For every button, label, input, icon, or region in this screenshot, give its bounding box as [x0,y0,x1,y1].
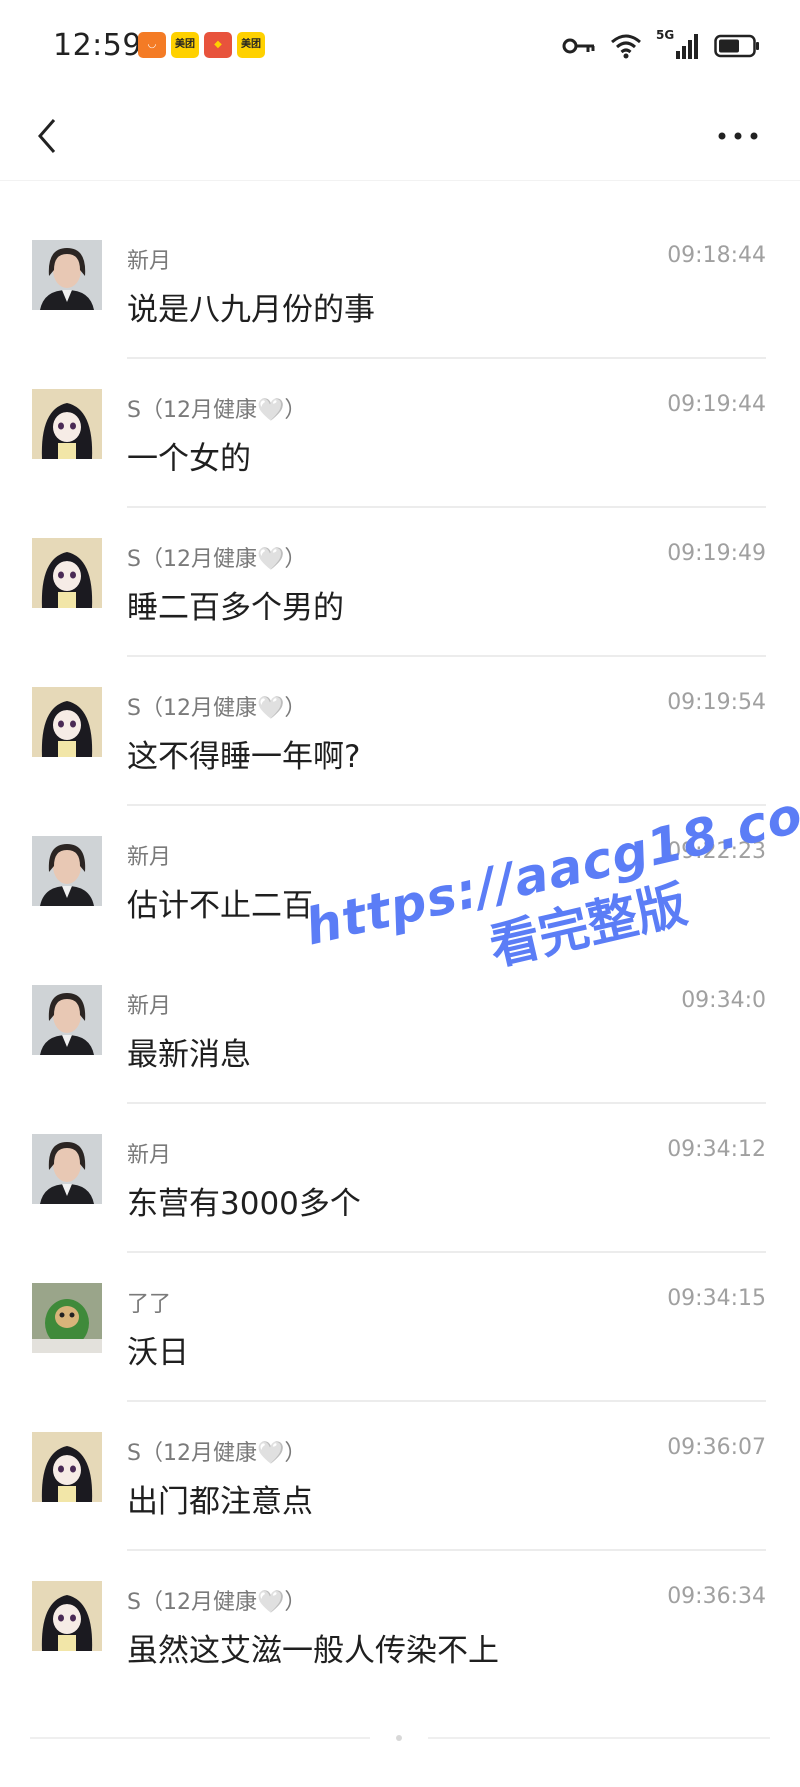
sender-name: S（12月健康🤍） [127,398,307,423]
more-button[interactable] [714,120,762,152]
battery-icon [714,34,759,58]
message-text: 说是八九月份的事 [127,292,375,328]
sender-name: 了了 [127,1292,172,1317]
message-time: 09:18:44 [667,243,766,268]
message-text: 睡二百多个男的 [127,590,344,626]
message-row[interactable]: S（12月健康🤍） 09:19:44 一个女的 [0,359,800,508]
message-time: 09:19:54 [667,690,766,715]
page-indicator [396,1735,402,1741]
signal-5g-icon: 5G [656,28,700,61]
avatar[interactable] [32,836,102,906]
status-time: 12:59 [53,28,142,63]
back-button[interactable] [28,112,68,160]
avatar[interactable] [32,240,102,310]
chevron-left-icon [38,119,56,153]
key-icon [562,38,595,54]
message-time: 09:34:0 [681,988,766,1013]
message-row[interactable]: S（12月健康🤍） 09:19:54 这不得睡一年啊? [0,657,800,806]
bottom-divider [428,1737,770,1739]
taobao-icon: ◡ [138,32,166,58]
sender-name: 新月 [127,845,172,870]
message-time: 09:19:49 [667,541,766,566]
avatar[interactable] [32,1134,102,1204]
message-time: 09:36:34 [667,1584,766,1609]
message-row[interactable]: 新月 09:18:44 说是八九月份的事 [0,210,800,359]
avatar[interactable] [32,1581,102,1651]
sender-name: 新月 [127,1143,172,1168]
sender-name: S（12月健康🤍） [127,547,307,572]
bottom-divider [30,1737,370,1739]
meituan-icon: 美团 [237,32,265,58]
message-time: 09:22:23 [667,839,766,864]
message-time: 09:34:15 [667,1286,766,1311]
avatar[interactable] [32,1432,102,1502]
message-list: 新月 09:18:44 说是八九月份的事 S（12月健康🤍） 09:19:44 … [0,210,800,1700]
message-row[interactable]: 新月 09:34:12 东营有3000多个 [0,1104,800,1253]
message-text: 出门都注意点 [127,1484,313,1520]
meituan-icon: 美团 [171,32,199,58]
message-text: 东营有3000多个 [127,1186,361,1222]
avatar[interactable] [32,687,102,757]
avatar[interactable] [32,538,102,608]
message-text: 估计不止二百 [127,888,313,924]
message-row[interactable]: 了了 09:34:15 沃日 [0,1253,800,1402]
message-time: 09:19:44 [667,392,766,417]
wifi-icon [611,34,641,59]
message-text: 最新消息 [127,1037,251,1073]
avatar[interactable] [32,1283,102,1353]
sender-name: S（12月健康🤍） [127,1441,307,1466]
avatar[interactable] [32,985,102,1055]
more-dots-icon [718,132,758,140]
message-row[interactable]: 新月 09:34:0 最新消息 [0,955,800,1104]
message-time: 09:34:12 [667,1137,766,1162]
sender-name: 新月 [127,249,172,274]
message-text: 虽然这艾滋一般人传染不上 [127,1633,499,1669]
message-time: 09:36:07 [667,1435,766,1460]
message-text: 沃日 [127,1335,189,1371]
game-icon: ◆ [204,32,232,58]
avatar[interactable] [32,389,102,459]
message-text: 这不得睡一年啊? [127,739,361,775]
sender-name: S（12月健康🤍） [127,696,307,721]
nav-bar [0,92,800,181]
message-row[interactable]: S（12月健康🤍） 09:36:07 出门都注意点 [0,1402,800,1551]
sender-name: 新月 [127,994,172,1019]
message-text: 一个女的 [127,441,251,477]
status-bar: 12:59 ◡ 美团 ◆ 美团 5G [0,0,800,92]
sender-name: S（12月健康🤍） [127,1590,307,1615]
message-row[interactable]: S（12月健康🤍） 09:19:49 睡二百多个男的 [0,508,800,657]
message-row[interactable]: 新月 09:22:23 估计不止二百 [0,806,800,955]
message-row[interactable]: S（12月健康🤍） 09:36:34 虽然这艾滋一般人传染不上 [0,1551,800,1700]
